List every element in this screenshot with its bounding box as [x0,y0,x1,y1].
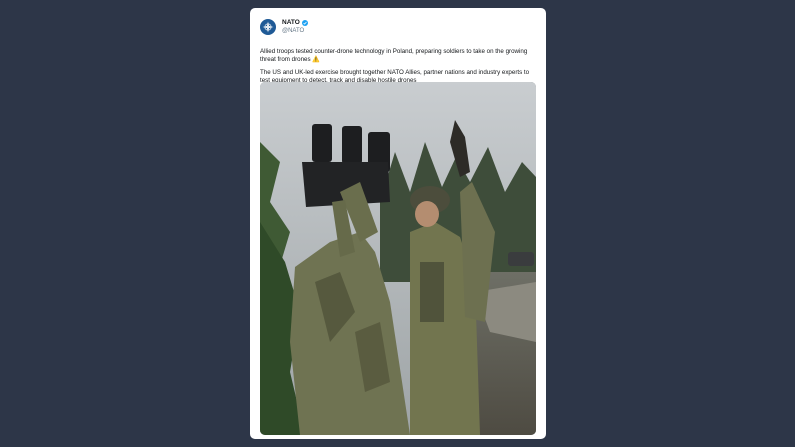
soldiers-photo-image [260,82,536,435]
warning-emoji: ⚠️ [312,56,321,63]
tweet-card[interactable]: NATO @NATO Allied troops tested counter-… [250,8,546,439]
author-names: NATO @NATO [282,19,308,34]
nato-avatar-icon[interactable] [260,19,276,35]
verified-badge-icon [301,20,308,26]
tweet-header: NATO @NATO [260,17,308,37]
tweet-paragraph-1: Allied troops tested counter-drone techn… [260,48,540,64]
display-name[interactable]: NATO [282,19,300,27]
tweet-paragraph-1-text: Allied troops tested counter-drone techn… [260,48,528,63]
user-handle[interactable]: @NATO [282,28,308,34]
tweet-photo[interactable] [260,82,536,435]
